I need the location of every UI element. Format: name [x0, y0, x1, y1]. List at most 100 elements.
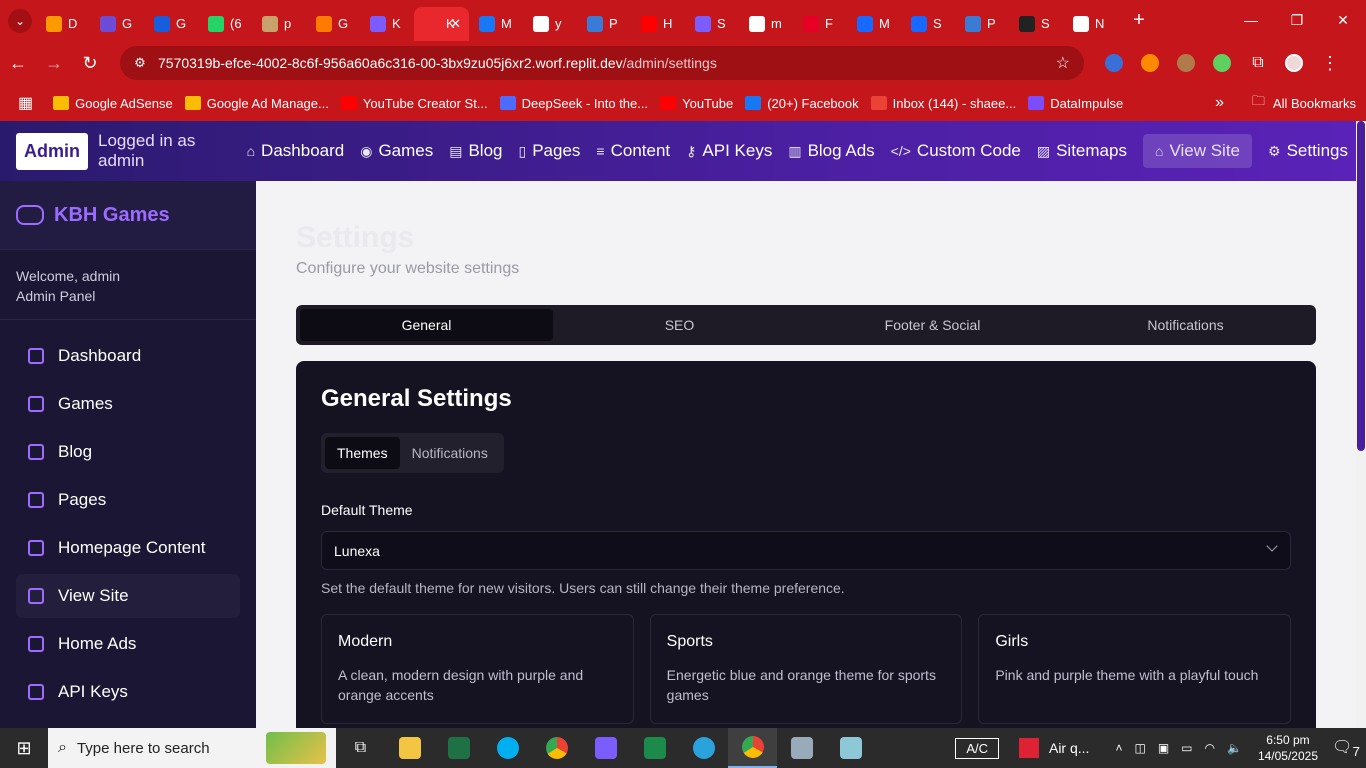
- nav-link-settings[interactable]: ⚙ Settings: [1268, 141, 1348, 161]
- bookmark-item[interactable]: Google Ad Manage...: [184, 96, 329, 111]
- back-button[interactable]: ←: [0, 45, 36, 81]
- browser-tab[interactable]: y: [523, 7, 577, 41]
- puzzle-icon[interactable]: ⧉: [1240, 45, 1276, 81]
- menu-kebab-icon[interactable]: ⋮: [1312, 45, 1348, 81]
- site-info-icon[interactable]: ⚙: [128, 55, 152, 71]
- maximize-button[interactable]: ❐: [1274, 0, 1320, 40]
- scrollbar-thumb[interactable]: [1357, 121, 1365, 451]
- nav-link-blog[interactable]: ▤ Blog: [449, 141, 502, 161]
- browser-tab[interactable]: D: [36, 7, 90, 41]
- app-icon-notes[interactable]: [826, 728, 875, 768]
- tab-general[interactable]: General: [300, 309, 553, 341]
- skype-icon[interactable]: [483, 728, 532, 768]
- more-bookmarks-icon[interactable]: »: [1215, 94, 1224, 112]
- apps-grid-icon[interactable]: ▦: [18, 93, 33, 113]
- ac-widget[interactable]: A/C: [955, 737, 999, 759]
- page-scrollbar[interactable]: [1356, 121, 1366, 728]
- sidebar-item-dashboard[interactable]: Dashboard: [16, 334, 240, 378]
- new-tab-button[interactable]: +: [1127, 9, 1151, 32]
- excel-icon[interactable]: [434, 728, 483, 768]
- sidebar-item-api-keys[interactable]: API Keys: [16, 670, 240, 714]
- browser-tab[interactable]: M: [469, 7, 523, 41]
- subtab-themes[interactable]: Themes: [325, 437, 400, 469]
- tab-footer-social[interactable]: Footer & Social: [806, 309, 1059, 341]
- reload-button[interactable]: ↻: [72, 45, 108, 81]
- bookmark-item[interactable]: Inbox (144) - shaee...: [870, 96, 1016, 111]
- notifications-icon[interactable]: 🗨7: [1326, 737, 1366, 759]
- browser-tab[interactable]: F: [793, 7, 847, 41]
- all-bookmarks-button[interactable]: 🗀 All Bookmarks: [1252, 92, 1356, 114]
- extension-icon-4[interactable]: [1204, 45, 1240, 81]
- bookmark-item[interactable]: (20+) Facebook: [745, 96, 859, 111]
- chrome-icon[interactable]: [532, 728, 581, 768]
- close-tab-icon[interactable]: ✕: [450, 16, 461, 32]
- profile-avatar[interactable]: [1276, 45, 1312, 81]
- browser-tab[interactable]: G: [306, 7, 360, 41]
- cookie-extension-icon[interactable]: [1168, 45, 1204, 81]
- nav-link-pages[interactable]: ▯ Pages: [519, 141, 581, 161]
- admin-badge[interactable]: Admin: [16, 132, 88, 170]
- browser-tab[interactable]: S: [685, 7, 739, 41]
- browser-tab[interactable]: P: [577, 7, 631, 41]
- browser-tab[interactable]: M: [847, 7, 901, 41]
- sidebar-item-home-ads[interactable]: Home Ads: [16, 622, 240, 666]
- address-bar[interactable]: ⚙ 7570319b-efce-4002-8c6f-956a60a6c316-0…: [120, 46, 1084, 80]
- browser-tab[interactable]: P: [955, 7, 1009, 41]
- sidebar-item-blog[interactable]: Blog: [16, 430, 240, 474]
- browser-tab[interactable]: G: [90, 7, 144, 41]
- tab-seo[interactable]: SEO: [553, 309, 806, 341]
- windows-start-icon[interactable]: ⊞: [0, 728, 48, 768]
- forward-button[interactable]: →: [36, 45, 72, 81]
- sidebar-item-pages[interactable]: Pages: [16, 478, 240, 522]
- wifi-icon[interactable]: ◠: [1205, 741, 1215, 755]
- nav-link-dashboard[interactable]: ⌂ Dashboard: [247, 141, 345, 161]
- sidebar-item-games[interactable]: Games: [16, 382, 240, 426]
- sidebar-item-view-site[interactable]: View Site: [16, 574, 240, 618]
- tab-notifications[interactable]: Notifications: [1059, 309, 1312, 341]
- nav-link-sitemaps[interactable]: ▨ Sitemaps: [1037, 141, 1127, 161]
- app-icon-oo[interactable]: [630, 728, 679, 768]
- nav-link-api-keys[interactable]: ⚷ API Keys: [686, 141, 772, 161]
- browser-tab[interactable]: H: [631, 7, 685, 41]
- nav-link-view-site[interactable]: ⌂ View Site: [1142, 134, 1252, 168]
- tab-search-button[interactable]: ⌄: [4, 7, 36, 35]
- browser-tab[interactable]: p: [252, 7, 306, 41]
- browser-tab[interactable]: S: [1009, 7, 1063, 41]
- theme-card-modern[interactable]: Modern A clean, modern design with purple…: [321, 614, 634, 724]
- default-theme-select[interactable]: Lunexa: [321, 531, 1291, 570]
- taskbar-search[interactable]: ⌕ Type here to search: [48, 728, 336, 768]
- nav-link-blog-ads[interactable]: ▥ Blog Ads: [788, 141, 874, 161]
- telegram-icon[interactable]: [679, 728, 728, 768]
- sidebar-item-homepage-content[interactable]: Homepage Content: [16, 526, 240, 570]
- browser-tab[interactable]: S: [901, 7, 955, 41]
- minimize-button[interactable]: —: [1228, 0, 1274, 40]
- extension-icon-1[interactable]: [1096, 45, 1132, 81]
- volume-icon[interactable]: 🔈: [1227, 741, 1242, 755]
- bookmark-item[interactable]: YouTube Creator St...: [340, 96, 488, 111]
- bookmark-item[interactable]: YouTube: [660, 96, 733, 111]
- subtab-notifications[interactable]: Notifications: [400, 437, 500, 469]
- app-icon-screen[interactable]: [777, 728, 826, 768]
- browser-tab[interactable]: K ✕: [414, 6, 469, 41]
- theme-card-girls[interactable]: Girls Pink and purple theme with a playfu…: [978, 614, 1292, 724]
- task-view-icon[interactable]: ⧉: [336, 728, 385, 768]
- sidebar-brand[interactable]: KBH Games: [0, 181, 256, 250]
- bookmark-star-icon[interactable]: ☆: [1056, 53, 1070, 73]
- browser-tab[interactable]: (6: [198, 7, 252, 41]
- tray-app-icon[interactable]: ▣: [1158, 741, 1169, 755]
- browser-tab[interactable]: N: [1063, 7, 1117, 41]
- nav-link-custom-code[interactable]: </> Custom Code: [891, 141, 1021, 161]
- nav-link-games[interactable]: ◉ Games: [360, 141, 433, 161]
- nav-link-content[interactable]: ≡ Content: [596, 141, 670, 161]
- clock[interactable]: 6:50 pm 14/05/2025: [1258, 732, 1318, 764]
- extension-icon-2[interactable]: [1132, 45, 1168, 81]
- browser-tab[interactable]: G: [144, 7, 198, 41]
- meet-now-icon[interactable]: ◫: [1134, 741, 1145, 755]
- browser-tab[interactable]: m: [739, 7, 793, 41]
- bookmark-item[interactable]: Google AdSense: [53, 96, 173, 111]
- vpn-icon[interactable]: [581, 728, 630, 768]
- close-window-button[interactable]: ✕: [1320, 0, 1366, 40]
- tray-chevron-up-icon[interactable]: ˄: [1115, 741, 1122, 755]
- browser-tab[interactable]: K: [360, 7, 414, 41]
- chrome-active-icon[interactable]: [728, 728, 777, 768]
